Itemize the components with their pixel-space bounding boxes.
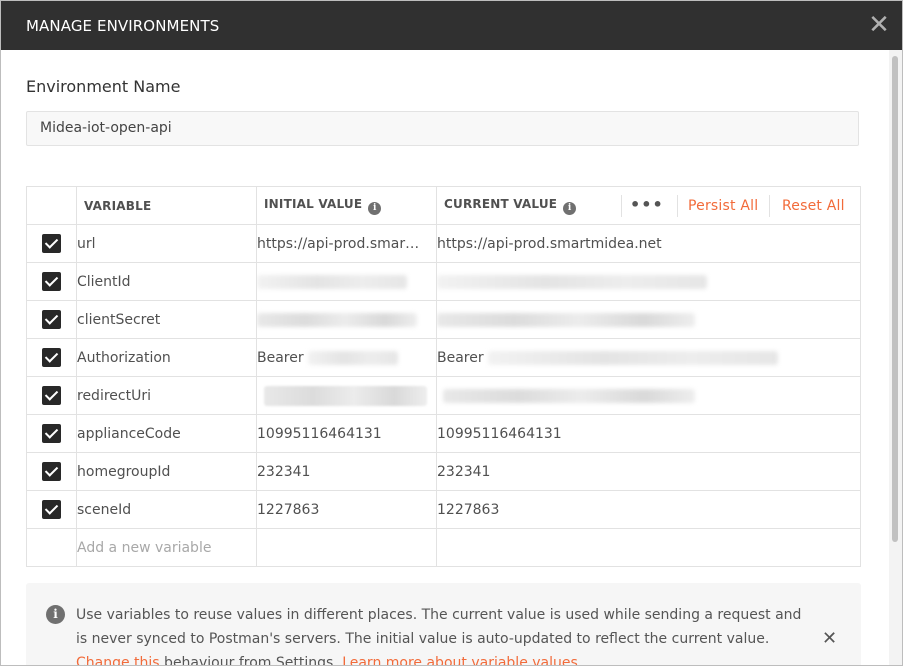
modal-title: MANAGE ENVIRONMENTS xyxy=(26,17,220,35)
row-checkbox-cell xyxy=(26,376,77,415)
row-checkbox-cell xyxy=(26,414,77,453)
notice-text: Use variables to reuse values in differe… xyxy=(76,603,806,665)
table-row: applianceCode 10995116464131 10995116464… xyxy=(26,414,861,453)
row-checkbox-cell xyxy=(26,224,77,263)
row-checkbox[interactable] xyxy=(42,310,61,329)
variable-cell[interactable]: ClientId xyxy=(76,262,257,301)
variable-cell[interactable]: url xyxy=(76,224,257,263)
info-icon[interactable]: i xyxy=(368,201,382,215)
divider xyxy=(621,195,622,217)
variable-cell[interactable]: redirectUri xyxy=(76,376,257,415)
header-checkbox-cell xyxy=(26,186,77,225)
variables-notice: i Use variables to reuse values in diffe… xyxy=(26,583,861,665)
variable-cell[interactable]: clientSecret xyxy=(76,300,257,339)
row-checkbox[interactable] xyxy=(42,386,61,405)
variable-cell[interactable]: sceneId xyxy=(76,490,257,529)
redacted-value xyxy=(264,385,427,406)
row-checkbox[interactable] xyxy=(42,462,61,481)
table-row: Authorization Bearer Bearer xyxy=(26,338,861,377)
divider xyxy=(769,195,770,217)
table-row: clientSecret xyxy=(26,300,861,339)
table-header-row: VARIABLE INITIAL VALUE i CURRENT VALUE i •… xyxy=(26,186,861,225)
table-row: redirectUri xyxy=(26,376,861,415)
current-value-cell[interactable] xyxy=(436,262,861,301)
header-current-value: CURRENT VALUE i ••• Persist All Reset All xyxy=(436,186,861,225)
reset-all-button[interactable]: Reset All xyxy=(782,198,845,214)
initial-value-cell[interactable]: Bearer xyxy=(256,338,437,377)
header-current-value-label: CURRENT VALUE xyxy=(444,196,558,211)
close-icon[interactable]: ✕ xyxy=(866,12,892,38)
row-checkbox[interactable] xyxy=(42,424,61,443)
current-value-cell[interactable]: 10995116464131 xyxy=(436,414,861,453)
current-value-cell[interactable]: 1227863 xyxy=(436,490,861,529)
notice-line-2: is never synced to Postman's servers. Th… xyxy=(76,631,770,647)
notice-line-3: Change this behaviour from Settings. Lea… xyxy=(76,651,806,665)
redacted-value xyxy=(437,312,695,327)
row-checkbox-cell xyxy=(26,262,77,301)
info-icon[interactable]: i xyxy=(563,201,577,215)
initial-value-cell[interactable] xyxy=(256,300,437,339)
divider xyxy=(677,195,678,217)
current-value-text: Bearer xyxy=(437,349,484,366)
variable-cell[interactable]: applianceCode xyxy=(76,414,257,453)
table-row: sceneId 1227863 1227863 xyxy=(26,490,861,529)
initial-value-cell[interactable]: https://api-prod.smar… xyxy=(256,224,437,263)
row-checkbox[interactable] xyxy=(42,500,61,519)
manage-environments-modal: MANAGE ENVIRONMENTS ✕ Environment Name M… xyxy=(0,0,903,666)
current-value-cell[interactable] xyxy=(436,376,861,415)
variable-cell[interactable]: Authorization xyxy=(76,338,257,377)
initial-value-cell[interactable] xyxy=(256,262,437,301)
change-behaviour-link[interactable]: Change this xyxy=(76,655,160,665)
initial-value-cell[interactable] xyxy=(256,376,437,415)
modal-body: Environment Name Midea-iot-open-api VARI… xyxy=(1,50,889,665)
header-variable-label: VARIABLE xyxy=(84,198,152,213)
redacted-value xyxy=(488,350,779,365)
add-variable-input[interactable]: Add a new variable xyxy=(76,528,257,567)
scrollbar-thumb[interactable] xyxy=(892,56,898,542)
info-icon: i xyxy=(46,605,65,624)
more-options-icon[interactable]: ••• xyxy=(630,195,664,214)
new-initial-value-cell[interactable] xyxy=(256,528,437,567)
row-checkbox-cell xyxy=(26,490,77,529)
initial-value-cell[interactable]: 10995116464131 xyxy=(256,414,437,453)
modal-header: MANAGE ENVIRONMENTS ✕ xyxy=(1,1,902,50)
header-variable: VARIABLE xyxy=(76,186,257,225)
variables-table: VARIABLE INITIAL VALUE i CURRENT VALUE i •… xyxy=(26,186,861,567)
learn-more-link[interactable]: Learn more about variable values xyxy=(342,655,578,665)
redacted-value xyxy=(257,312,417,327)
initial-value-text: Bearer xyxy=(257,349,304,366)
variable-cell[interactable]: homegroupId xyxy=(76,452,257,491)
row-checkbox-cell xyxy=(26,338,77,377)
persist-all-button[interactable]: Persist All xyxy=(688,198,758,214)
initial-value-cell[interactable]: 232341 xyxy=(256,452,437,491)
header-initial-value: INITIAL VALUE i xyxy=(256,186,437,225)
dismiss-notice-icon[interactable]: ✕ xyxy=(822,628,837,649)
table-row: homegroupId 232341 232341 xyxy=(26,452,861,491)
redacted-value xyxy=(308,350,399,365)
environment-name-label: Environment Name xyxy=(26,77,181,96)
initial-value-cell[interactable]: 1227863 xyxy=(256,490,437,529)
notice-line-3-text: behaviour from Settings. xyxy=(159,655,343,665)
current-value-cell[interactable] xyxy=(436,300,861,339)
row-checkbox[interactable] xyxy=(42,348,61,367)
table-row: ClientId xyxy=(26,262,861,301)
redacted-value xyxy=(443,388,695,403)
new-current-value-cell[interactable] xyxy=(436,528,861,567)
table-row: url https://api-prod.smar… https://api-p… xyxy=(26,224,861,263)
header-initial-value-label: INITIAL VALUE xyxy=(264,196,363,211)
row-checkbox[interactable] xyxy=(42,234,61,253)
redacted-value xyxy=(257,274,407,289)
notice-line-1: Use variables to reuse values in differe… xyxy=(76,607,802,623)
add-variable-row: Add a new variable xyxy=(26,528,861,567)
current-value-cell[interactable]: https://api-prod.smartmidea.net xyxy=(436,224,861,263)
redacted-value xyxy=(437,274,707,289)
current-value-cell[interactable]: Bearer xyxy=(436,338,861,377)
environment-name-input[interactable]: Midea-iot-open-api xyxy=(26,111,859,146)
row-checkbox-cell xyxy=(26,300,77,339)
empty-checkbox-cell xyxy=(26,528,77,567)
row-checkbox[interactable] xyxy=(42,272,61,291)
vertical-scrollbar[interactable] xyxy=(889,50,902,665)
row-checkbox-cell xyxy=(26,452,77,491)
current-value-cell[interactable]: 232341 xyxy=(436,452,861,491)
